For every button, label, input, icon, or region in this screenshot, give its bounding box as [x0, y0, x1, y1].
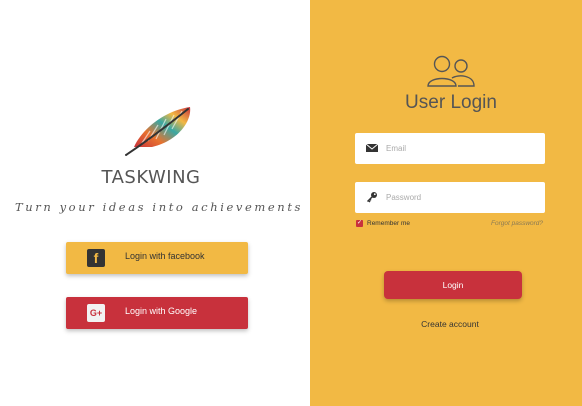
password-field[interactable] — [355, 182, 545, 213]
google-button-label: Login with Google — [125, 306, 198, 316]
brand-tagline: Turn your ideas into achievements — [14, 200, 304, 214]
brand-name: TASKWING — [101, 167, 201, 188]
facebook-icon: f — [87, 249, 105, 267]
login-with-facebook-button[interactable]: f Login with facebook — [66, 242, 248, 274]
email-field[interactable] — [355, 133, 545, 164]
remember-me-checkbox[interactable]: ✓ Remember me — [356, 220, 410, 227]
login-button[interactable]: Login — [384, 271, 522, 299]
facebook-button-label: Login with facebook — [125, 251, 205, 261]
login-title: User Login — [405, 92, 497, 113]
key-icon — [366, 192, 377, 203]
checkbox-checked-icon[interactable]: ✓ — [356, 220, 363, 227]
brand-panel: TASKWING Turn your ideas into achievemen… — [0, 0, 310, 406]
email-input[interactable] — [386, 133, 536, 164]
password-input[interactable] — [386, 182, 536, 213]
envelope-icon — [366, 143, 378, 152]
remember-me-label: Remember me — [367, 220, 410, 227]
create-account-link[interactable]: Create account — [0, 319, 582, 329]
users-icon — [427, 55, 475, 87]
forgot-password-link[interactable]: Forgot password? — [491, 220, 543, 227]
